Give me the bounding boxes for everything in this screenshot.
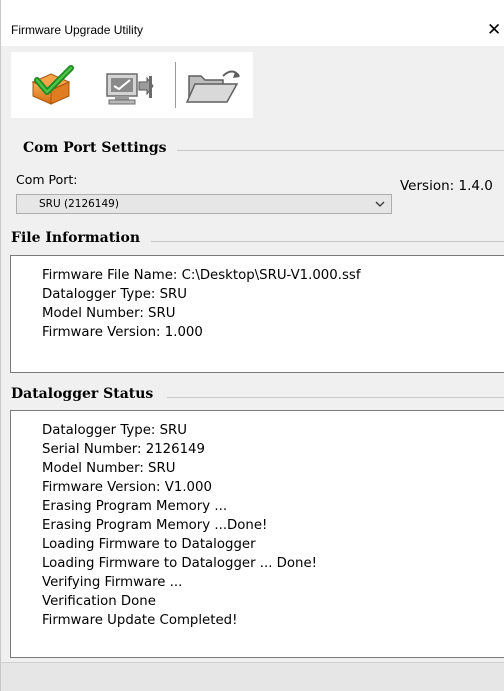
connect-datalogger-icon [106, 73, 154, 105]
status-line: Loading Firmware to Datalogger ... Done! [42, 556, 317, 571]
datalogger-status-divider [167, 397, 504, 398]
toolbar-separator [175, 62, 176, 108]
status-line: Erasing Program Memory ... [42, 499, 228, 514]
file-info-line: Firmware File Name: C:\Desktop\SRU-V1.00… [42, 268, 361, 283]
connect-datalogger-button[interactable] [101, 62, 157, 110]
open-folder-icon [185, 70, 240, 103]
window-title: Firmware Upgrade Utility [11, 23, 144, 37]
toolbar [11, 52, 253, 118]
status-line: Datalogger Type: SRU [42, 423, 187, 438]
com-port-settings-divider [177, 150, 504, 151]
status-line: Firmware Update Completed! [42, 613, 238, 628]
status-bar [1, 662, 504, 691]
file-information-divider [151, 241, 504, 242]
status-line: Verifying Firmware ... [42, 575, 183, 590]
title-bar: Firmware Upgrade Utility ✕ [1, 0, 504, 46]
file-info-line: Model Number: SRU [42, 306, 176, 321]
status-line: Model Number: SRU [42, 461, 176, 476]
file-info-line: Firmware Version: 1.000 [42, 325, 203, 340]
upgrade-firmware-button[interactable] [25, 62, 81, 110]
status-line: Verification Done [42, 594, 156, 609]
com-port-settings-title: Com Port Settings [23, 140, 167, 156]
firmware-upgrade-window: Firmware Upgrade Utility ✕ Com Port Sett… [0, 0, 504, 691]
com-port-label: Com Port: [16, 172, 78, 187]
open-file-button[interactable] [183, 62, 240, 110]
version-label: Version: 1.4.0 [400, 178, 493, 194]
file-information-textbox[interactable]: Firmware File Name: C:\Desktop\SRU-V1.00… [10, 255, 504, 373]
file-info-line: Datalogger Type: SRU [42, 287, 187, 302]
upgrade-firmware-icon [31, 65, 74, 105]
status-line: Loading Firmware to Datalogger [42, 537, 256, 552]
com-port-select[interactable]: SRU (2126149) [16, 194, 392, 214]
status-line: Erasing Program Memory ...Done! [42, 518, 268, 533]
close-button[interactable]: ✕ [487, 20, 504, 40]
com-port-selected-value: SRU (2126149) [39, 198, 119, 210]
datalogger-status-title: Datalogger Status [11, 386, 154, 402]
file-information-title: File Information [11, 230, 141, 246]
status-line: Firmware Version: V1.000 [42, 480, 212, 495]
chevron-down-icon [375, 201, 385, 207]
datalogger-status-textbox[interactable]: Datalogger Type: SRU Serial Number: 2126… [10, 410, 504, 658]
status-line: Serial Number: 2126149 [42, 442, 205, 457]
